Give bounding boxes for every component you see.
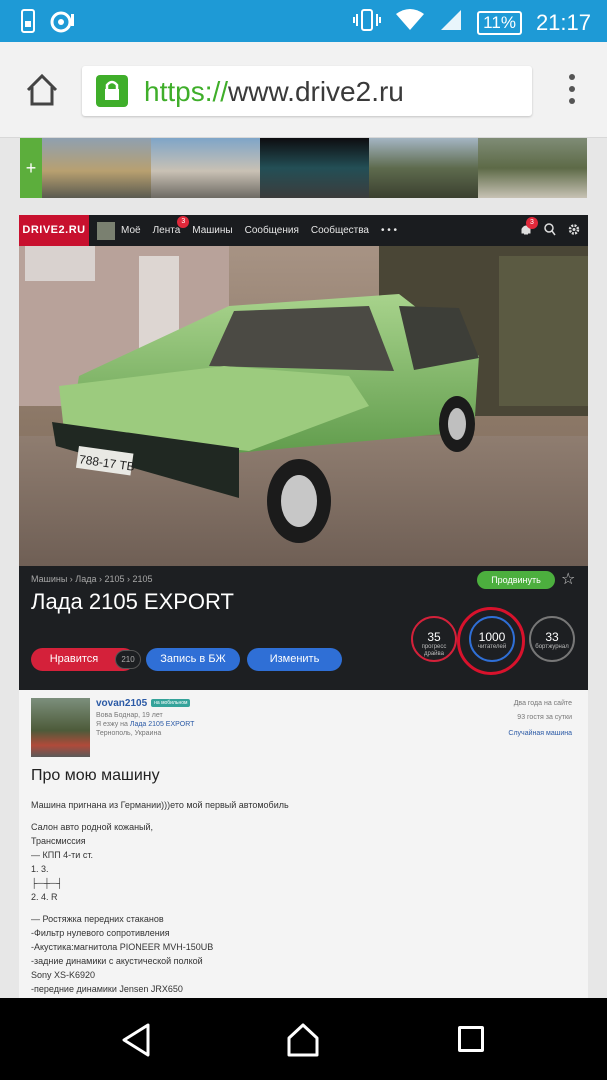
logbook-stat[interactable]: 33 бортжурнал <box>529 616 575 662</box>
notification-badge: 3 <box>526 217 538 229</box>
nav-item-cars[interactable]: Машины <box>192 225 232 236</box>
media-icon <box>50 9 76 40</box>
logbook-entry-button[interactable]: Запись в БЖ <box>146 648 240 671</box>
page-title: Лада 2105 EXPORT <box>31 589 234 614</box>
recent-apps-icon[interactable] <box>458 1026 484 1052</box>
owner-fullname: Вова Боднар, 19 лет <box>96 712 163 719</box>
article-paragraph: Машина пригнана из Германии)))ето мой пе… <box>31 800 289 810</box>
home-nav-icon[interactable] <box>285 1022 321 1063</box>
feed-badge: 3 <box>177 216 190 228</box>
wifi-icon <box>395 8 425 38</box>
drive2-logo[interactable]: DRIVE2.RU <box>19 215 89 246</box>
drive-progress-stat[interactable]: 35 прогресс драйва <box>411 616 457 662</box>
promote-button[interactable]: Продвинуть <box>477 571 555 589</box>
add-car-button[interactable]: + <box>20 138 42 198</box>
home-icon[interactable] <box>22 70 62 110</box>
bell-icon[interactable]: 3 <box>520 217 538 239</box>
car-thumbnail-strip: + <box>20 138 587 198</box>
nav-item-more[interactable]: • • • <box>381 225 397 236</box>
nav-item-messages[interactable]: Сообщения <box>245 225 299 236</box>
car-info-panel: Машины › Лада › 2105 › 2105 Продвинуть ☆… <box>19 566 588 690</box>
breadcrumb[interactable]: Машины › Лада › 2105 › 2105 <box>31 574 153 584</box>
owner-avatar[interactable] <box>31 698 90 757</box>
like-count: 210 <box>115 650 141 669</box>
article-paragraph: — Ростяжка передних стаканов -Фильтр нул… <box>31 914 214 994</box>
search-icon[interactable] <box>544 223 556 239</box>
site-nav: DRIVE2.RU Моё Лента 3 Машины Сообщения Со… <box>19 215 588 246</box>
vibrate-icon <box>353 8 382 38</box>
car-thumbnail[interactable] <box>151 138 260 198</box>
article-body: Машина пригнана из Германии)))ето мой пе… <box>31 798 571 998</box>
owner-car-link[interactable]: Лада 2105 EXPORT <box>130 721 195 728</box>
url-text: https://www.drive2.ru <box>144 76 404 107</box>
nav-item-communities[interactable]: Сообщества <box>311 225 369 236</box>
car-photo[interactable]: 788-17 ТВ <box>19 246 588 566</box>
owner-car-line: Я езжу на Лада 2105 EXPORT <box>96 721 195 728</box>
red-circle-annotation <box>457 607 525 675</box>
status-bar: 11% 21:17 <box>0 0 607 42</box>
gear-icon[interactable] <box>568 223 580 239</box>
overflow-menu-icon[interactable] <box>569 74 577 110</box>
nav-item-mine[interactable]: Моё <box>121 225 141 236</box>
random-car-link[interactable]: Случайная машина <box>508 730 572 737</box>
owner-profile: vovan2105 на мобильном Вова Боднар, 19 ле… <box>19 690 588 998</box>
article-paragraph: Салон авто родной кожаный, Трансмиссия —… <box>31 822 154 902</box>
web-page: + DRIVE2.RU Моё Лента 3 Машины Сообщения … <box>0 138 607 998</box>
car-thumbnail[interactable] <box>42 138 151 198</box>
browser-toolbar: https://www.drive2.ru <box>0 42 607 138</box>
system-nav-bar <box>0 998 607 1080</box>
phone-icon <box>20 9 36 40</box>
drive2-site: DRIVE2.RU Моё Лента 3 Машины Сообщения Со… <box>19 215 588 690</box>
car-thumbnail[interactable] <box>260 138 369 198</box>
star-icon[interactable]: ☆ <box>561 569 575 589</box>
guests-count: 93 гостя за сутки <box>517 714 572 721</box>
user-avatar[interactable] <box>97 221 115 240</box>
lock-icon <box>96 75 128 107</box>
car-thumbnail[interactable] <box>369 138 478 198</box>
owner-name[interactable]: vovan2105 <box>96 698 147 709</box>
car-thumbnail[interactable] <box>478 138 587 198</box>
article-heading: Про мою машину <box>31 767 160 784</box>
signal-icon <box>439 8 463 38</box>
edit-button[interactable]: Изменить <box>247 648 342 671</box>
url-field[interactable]: https://www.drive2.ru <box>82 66 532 116</box>
owner-location: Тернополь, Украина <box>96 730 162 737</box>
back-icon[interactable] <box>120 1022 152 1063</box>
member-since: Два года на сайте <box>513 700 572 707</box>
nav-item-feed[interactable]: Лента 3 <box>153 216 190 236</box>
clock: 21:17 <box>535 10 591 35</box>
battery-indicator: 11% <box>477 11 522 35</box>
mobile-badge: на мобильном <box>151 699 191 708</box>
